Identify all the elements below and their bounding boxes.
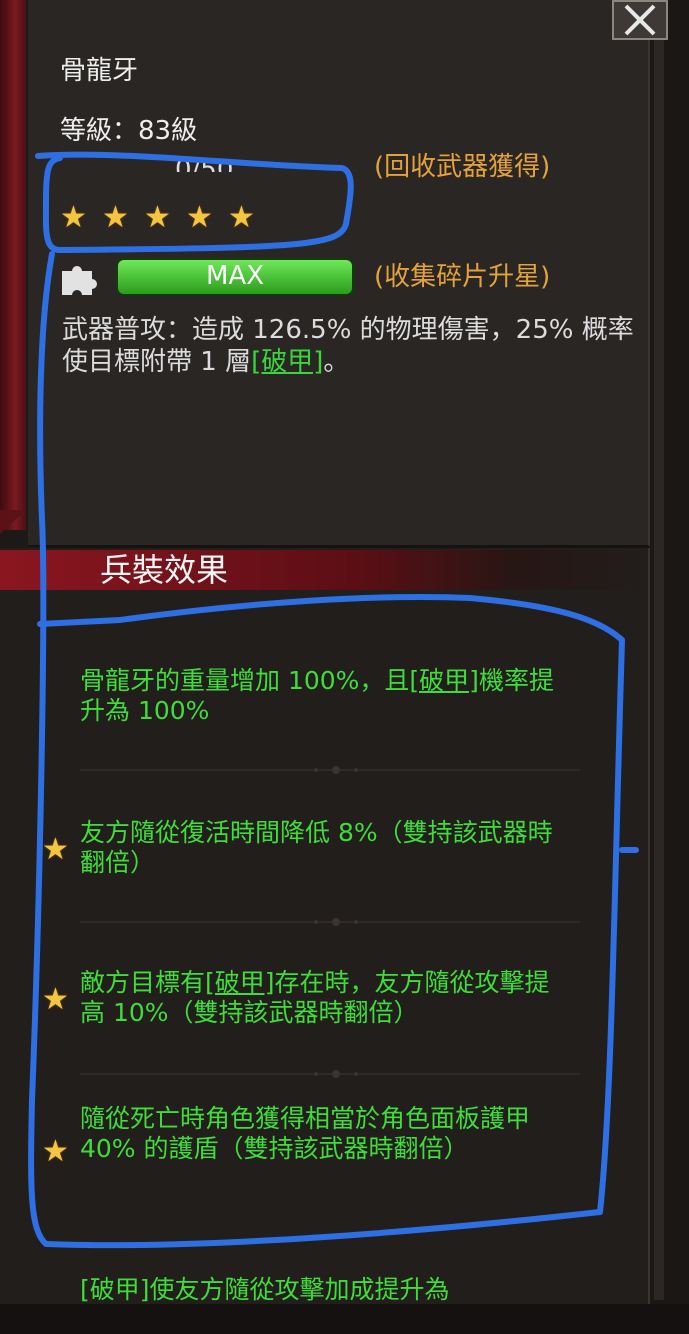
scrollbar[interactable] bbox=[654, 40, 664, 1300]
effects-title: 兵裝效果 bbox=[100, 551, 229, 589]
description-end: 。 bbox=[323, 347, 350, 377]
red-banner-tip bbox=[0, 510, 26, 534]
effect-item: 友方隨從復活時間降低 8%（雙持該武器時翻倍） bbox=[80, 818, 560, 878]
effect-text: 隨從死亡時角色獲得相當於角色面板護甲 40% 的護盾（雙持該武器時翻倍） bbox=[80, 1104, 531, 1163]
effect-item: 隨從死亡時角色獲得相當於角色面板護甲 40% 的護盾（雙持該武器時翻倍） bbox=[80, 1104, 560, 1164]
effect-item: 骨龍牙的重量增加 100%，且[破甲]機率提升為 100% bbox=[80, 666, 560, 726]
effect-text: 敵方目標有 bbox=[80, 968, 206, 997]
star-icon: ★ bbox=[42, 832, 69, 867]
weapon-description: 武器普攻：造成 126.5% 的物理傷害，25% 概率使目標附帶 1 層[破甲]… bbox=[62, 314, 642, 378]
star-icon: ★ bbox=[144, 200, 171, 235]
effect-item: 敵方目標有[破甲]存在時，友方隨從攻擊提高 10%（雙持該武器時翻倍） bbox=[80, 968, 560, 1028]
recycle-hint: (回收武器獲得) bbox=[374, 152, 551, 182]
effects-header-banner bbox=[0, 550, 648, 590]
star-icon: ★ bbox=[42, 1134, 69, 1169]
effect-text: 骨龍牙的重量增加 100%，且 bbox=[80, 666, 410, 695]
star-icon: ★ bbox=[228, 200, 255, 235]
effect-item-partial: [破甲]使友方隨從攻擊加成提升為 bbox=[80, 1275, 450, 1304]
red-banner bbox=[0, 0, 26, 530]
star-icon: ★ bbox=[42, 982, 69, 1017]
star-icon: ★ bbox=[102, 200, 129, 235]
divider bbox=[80, 1070, 580, 1078]
close-icon bbox=[624, 4, 656, 36]
bottom-edge bbox=[0, 1304, 689, 1334]
armor-break-link[interactable]: [破甲] bbox=[205, 968, 275, 997]
shard-progress-bar: MAX bbox=[116, 258, 354, 296]
effect-text: 友方隨從復活時間降低 8%（雙持該武器時翻倍） bbox=[80, 818, 553, 877]
star-rating: ★ ★ ★ ★ ★ bbox=[60, 200, 270, 240]
star-icon: ★ bbox=[186, 200, 213, 235]
armor-break-link[interactable]: [破甲] bbox=[409, 666, 479, 695]
divider bbox=[80, 766, 580, 774]
weapon-name: 骨龍牙 bbox=[60, 56, 139, 86]
armor-break-link[interactable]: [破甲] bbox=[251, 347, 323, 377]
close-button[interactable] bbox=[612, 0, 668, 40]
puzzle-piece-icon bbox=[62, 266, 97, 295]
weapon-level: 等級：83級 bbox=[60, 116, 198, 146]
shard-hint: (收集碎片升星) bbox=[374, 262, 551, 292]
recycle-counter: 0/50 bbox=[175, 155, 234, 172]
divider bbox=[80, 918, 580, 926]
star-icon: ★ bbox=[60, 200, 87, 235]
